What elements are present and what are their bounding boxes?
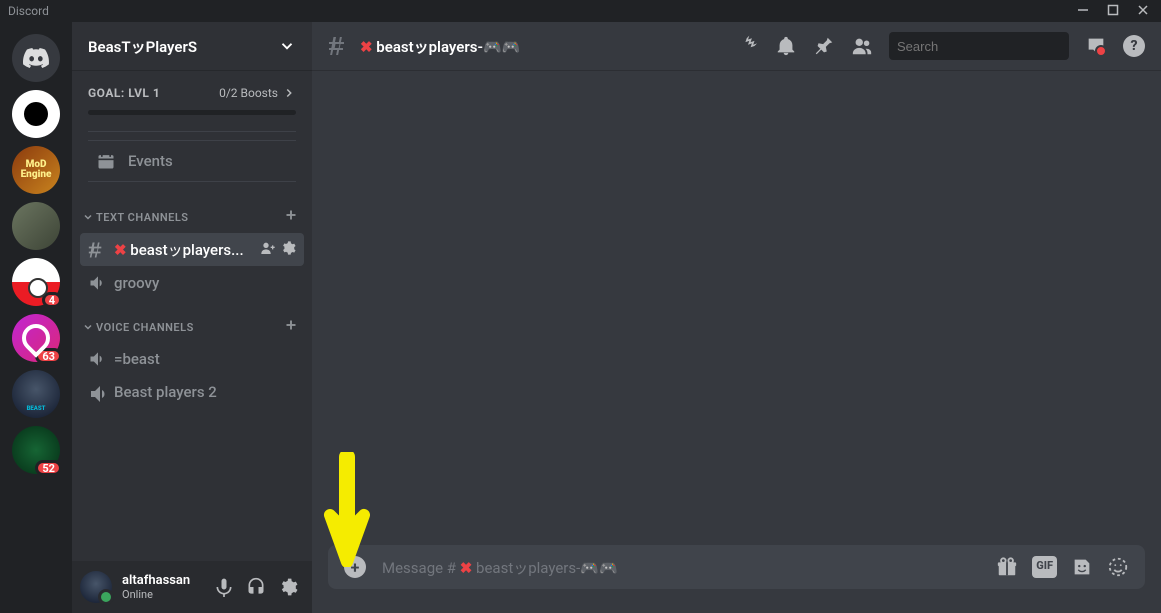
search-box[interactable] — [889, 32, 1069, 60]
user-status: Online — [122, 588, 204, 601]
goal-label: GOAL: LVL 1 — [88, 86, 160, 100]
maximize-button[interactable] — [1107, 4, 1119, 19]
chevron-down-icon — [82, 321, 94, 333]
add-channel-button[interactable] — [282, 206, 300, 228]
titlebar: Discord — [0, 0, 1161, 22]
chevron-down-icon — [278, 37, 296, 55]
text-channel[interactable]: ✖ beastッplayers... — [80, 233, 304, 266]
channel-sidebar: BeasTッPlayerS GOAL: LVL 1 0/2 Boosts Eve… — [72, 22, 312, 613]
category-name: VOICE CHANNELS — [96, 321, 194, 334]
server-icon[interactable] — [12, 90, 60, 138]
server-icon[interactable]: 63 — [12, 314, 60, 362]
threads-button[interactable] — [737, 35, 759, 57]
chevron-down-icon — [82, 211, 94, 223]
message-placeholder: Message # ✖ beastッplayers-🎮🎮 — [382, 557, 996, 578]
events-button[interactable]: Events — [88, 140, 296, 182]
user-info[interactable]: altafhassan Online — [116, 573, 204, 601]
help-button[interactable]: ? — [1123, 35, 1145, 57]
calendar-icon — [96, 151, 116, 171]
voice-channel[interactable]: Beast players 2 — [80, 376, 304, 408]
channel-label: Beast players 2 — [114, 383, 296, 401]
server-icon[interactable] — [12, 202, 60, 250]
chevron-right-icon — [282, 86, 296, 100]
app-title: Discord — [8, 4, 49, 18]
category-header[interactable]: VOICE CHANNELS — [80, 300, 304, 342]
events-label: Events — [128, 152, 173, 170]
username: altafhassan — [122, 573, 204, 588]
notifications-button[interactable] — [775, 35, 797, 57]
user-panel: altafhassan Online — [72, 561, 312, 613]
speaker-icon — [88, 382, 108, 402]
channel-settings-icon[interactable] — [280, 240, 296, 260]
server-icon[interactable]: 52 — [12, 426, 60, 474]
gift-button[interactable] — [996, 556, 1018, 578]
members-button[interactable] — [851, 35, 873, 57]
voice-channel[interactable]: =beast — [80, 343, 304, 375]
inbox-button[interactable] — [1085, 35, 1107, 57]
close-button[interactable] — [1137, 4, 1149, 19]
speaker-icon — [88, 349, 108, 369]
main-content: ✖ beastッplayers-🎮🎮 ? + Message # ✖ beast… — [312, 22, 1161, 613]
boost-progress-bar — [88, 110, 296, 115]
goal-boosts: 0/2 Boosts — [219, 86, 296, 100]
server-badge: 4 — [42, 292, 62, 308]
server-icon[interactable]: MoDEngine — [12, 146, 60, 194]
server-icon[interactable]: 4 — [12, 258, 60, 306]
sticker-button[interactable] — [1071, 556, 1093, 578]
server-name: BeasTッPlayerS — [88, 36, 197, 57]
server-icon[interactable] — [12, 370, 60, 418]
server-badge: 63 — [35, 348, 62, 364]
search-input[interactable] — [897, 39, 1073, 54]
channel-label: groovy — [114, 274, 296, 292]
message-input[interactable]: + Message # ✖ beastッplayers-🎮🎮 GIF — [328, 545, 1145, 589]
gif-button[interactable]: GIF — [1032, 556, 1057, 578]
mute-button[interactable] — [208, 571, 240, 603]
create-invite-icon[interactable] — [260, 240, 276, 260]
pinned-button[interactable] — [813, 35, 835, 57]
window-controls — [1077, 4, 1153, 19]
channel-title: ✖ beastッplayers-🎮🎮 — [360, 36, 520, 57]
user-avatar[interactable] — [80, 571, 112, 603]
server-header[interactable]: BeasTッPlayerS — [72, 22, 312, 70]
deafen-button[interactable] — [240, 571, 272, 603]
message-area — [312, 70, 1161, 545]
hash-icon — [328, 34, 352, 58]
add-channel-button[interactable] — [282, 316, 300, 338]
category-header[interactable]: TEXT CHANNELS — [80, 190, 304, 232]
server-list: MoDEngine 4 63 52 — [0, 22, 72, 613]
speaker-icon — [88, 273, 108, 293]
hash-icon — [88, 240, 108, 260]
category-name: TEXT CHANNELS — [96, 211, 189, 224]
channel-label: ✖ beastッplayers... — [114, 239, 254, 260]
channel-header: ✖ beastッplayers-🎮🎮 ? — [312, 22, 1161, 70]
attach-button[interactable]: + — [344, 556, 366, 578]
user-settings-button[interactable] — [272, 571, 304, 603]
emoji-button[interactable] — [1107, 556, 1129, 578]
voice-channel[interactable]: groovy — [80, 267, 304, 299]
minimize-button[interactable] — [1077, 4, 1089, 19]
channel-label: =beast — [114, 350, 296, 368]
server-badge: 52 — [35, 460, 62, 476]
boost-goal[interactable]: GOAL: LVL 1 0/2 Boosts — [88, 86, 296, 132]
home-button[interactable] — [12, 34, 60, 82]
